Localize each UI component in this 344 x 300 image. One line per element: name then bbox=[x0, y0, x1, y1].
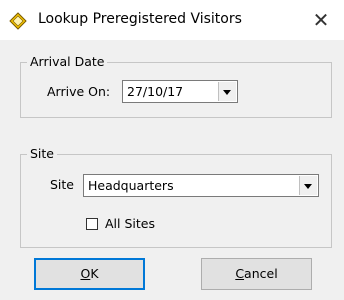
title-bar: Lookup Preregistered Visitors ✕ bbox=[0, 0, 344, 40]
chevron-down-icon[interactable] bbox=[218, 82, 236, 101]
cancel-button[interactable]: Cancel bbox=[201, 258, 312, 290]
close-icon[interactable]: ✕ bbox=[298, 0, 344, 40]
all-sites-label[interactable]: All Sites bbox=[105, 216, 155, 232]
ok-mnemonic: O bbox=[80, 266, 91, 281]
chevron-down-icon[interactable] bbox=[299, 176, 317, 195]
cancel-mnemonic: C bbox=[235, 266, 245, 281]
site-group: Site bbox=[20, 146, 332, 248]
site-dropdown[interactable]: Headquarters bbox=[83, 174, 319, 197]
arrive-on-label: Arrive On: bbox=[47, 84, 111, 99]
site-label: Site bbox=[50, 177, 74, 192]
ok-label-rest: K bbox=[90, 266, 99, 281]
cancel-label-rest: ancel bbox=[244, 266, 278, 281]
ok-button[interactable]: OK bbox=[34, 258, 145, 290]
site-dropdown-value: Headquarters bbox=[88, 178, 174, 193]
all-sites-checkbox[interactable] bbox=[86, 218, 98, 230]
arrival-date-legend: Arrival Date bbox=[27, 54, 108, 70]
app-icon bbox=[9, 12, 27, 30]
site-legend: Site bbox=[27, 146, 57, 162]
arrive-on-date-picker[interactable]: 27/10/17 bbox=[122, 80, 238, 103]
window-title: Lookup Preregistered Visitors bbox=[38, 11, 242, 27]
arrive-on-date-value: 27/10/17 bbox=[127, 84, 184, 99]
